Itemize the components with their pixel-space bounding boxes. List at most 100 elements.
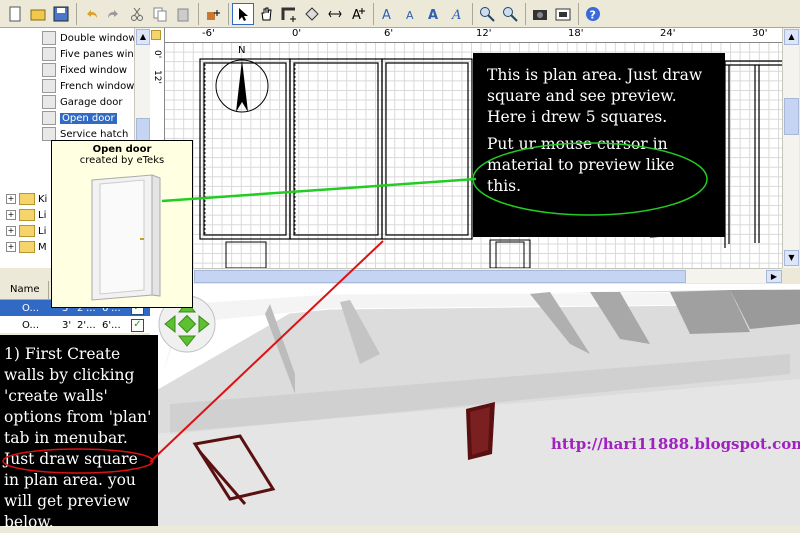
- garage-door-icon: [42, 95, 56, 109]
- cell-depth: 2'...: [77, 319, 96, 331]
- cell-name: O...: [22, 319, 40, 331]
- catalog-folder[interactable]: + M: [6, 240, 47, 254]
- furniture-tooltip: Open door created by eTeks: [51, 140, 193, 308]
- annotation-text: This is plan area. Just draw square and …: [487, 66, 703, 126]
- ruler-tick: 12': [152, 70, 162, 84]
- tooltip-title: Open door: [92, 144, 152, 155]
- catalog-folder[interactable]: + Li: [6, 224, 46, 238]
- ruler-tick: -6': [202, 28, 215, 39]
- scroll-up-icon[interactable]: ▲: [136, 29, 150, 45]
- plan-annotation-box: This is plan area. Just draw square and …: [473, 53, 725, 237]
- redo-icon[interactable]: [103, 3, 125, 25]
- create-dimensions-icon[interactable]: [324, 3, 346, 25]
- select-arrow-icon[interactable]: [232, 2, 254, 25]
- folder-label: Li: [38, 209, 47, 221]
- catalog-item[interactable]: Double window: [42, 30, 137, 46]
- text-style-icon[interactable]: A: [377, 3, 399, 25]
- create-walls-icon[interactable]: [278, 3, 300, 25]
- catalog-item-label: French window: [60, 80, 135, 92]
- expand-icon[interactable]: +: [6, 210, 16, 220]
- undo-icon[interactable]: [80, 3, 102, 25]
- new-file-icon[interactable]: [4, 3, 26, 25]
- toolbar-separator: [373, 2, 374, 25]
- hatch-icon: [42, 127, 56, 141]
- visible-checkbox[interactable]: ✓: [131, 318, 144, 332]
- window-icon: [42, 63, 56, 77]
- expand-icon[interactable]: +: [6, 194, 16, 204]
- scroll-thumb[interactable]: [194, 270, 686, 283]
- ruler-tick: 6': [384, 28, 394, 39]
- tooltip-subtitle: created by eTeks: [79, 155, 165, 166]
- copy-icon[interactable]: [149, 3, 171, 25]
- catalog-item[interactable]: French window: [42, 78, 134, 94]
- catalog-item-label: Five panes win: [60, 48, 134, 60]
- svg-text:A: A: [406, 9, 414, 22]
- ruler-tick: 12': [476, 28, 492, 39]
- toolbar-separator: [228, 2, 229, 25]
- plan-horizontal-scrollbar[interactable]: ▶: [160, 268, 782, 283]
- folder-label: Ki: [38, 193, 48, 205]
- help-icon[interactable]: ?: [582, 3, 604, 25]
- catalog-folder[interactable]: + Ki: [6, 192, 47, 206]
- catalog-item[interactable]: Fixed window: [42, 62, 127, 78]
- folder-icon: [19, 241, 35, 253]
- save-icon[interactable]: [50, 3, 72, 25]
- catalog-item[interactable]: Garage door: [42, 94, 123, 110]
- annotation-text: 1) First Create walls by clicking 'creat…: [4, 345, 152, 531]
- pan-hand-icon[interactable]: [255, 3, 277, 25]
- zoom-in-icon[interactable]: [476, 3, 498, 25]
- toolbar-separator: [198, 2, 199, 25]
- plan-vertical-scrollbar[interactable]: ▲ ▼: [782, 28, 799, 268]
- toolbar-separator: [472, 2, 473, 25]
- folder-label: Li: [38, 225, 47, 237]
- folder-icon: [19, 225, 35, 237]
- catalog-folder[interactable]: + Li: [6, 208, 46, 222]
- paste-icon[interactable]: [172, 3, 194, 25]
- expand-icon[interactable]: +: [6, 242, 16, 252]
- scroll-right-icon[interactable]: ▶: [766, 270, 782, 283]
- blog-url: http://hari11888.blogspot.com: [551, 435, 800, 453]
- column-header-name[interactable]: Name: [10, 284, 40, 295]
- table-row[interactable]: O... 3' 2'... 6'... ✓: [0, 317, 150, 333]
- catalog-item-label: Fixed window: [60, 64, 128, 76]
- horizontal-ruler: -6' 0' 6' 12' 18' 24' 30': [160, 28, 782, 43]
- catalog-item-label: Double window: [60, 32, 137, 44]
- cut-icon[interactable]: [126, 3, 148, 25]
- 3d-view[interactable]: [150, 284, 800, 526]
- svg-text:A: A: [428, 8, 438, 22]
- text-size-icon[interactable]: A: [400, 3, 422, 25]
- photo-camera-icon[interactable]: [529, 3, 551, 25]
- ruler-tick: 0': [152, 50, 162, 59]
- cell-width: 3': [62, 319, 72, 331]
- add-furniture-icon[interactable]: [202, 3, 224, 25]
- toolbar-separator: [525, 2, 526, 25]
- video-icon[interactable]: [552, 3, 574, 25]
- add-text-icon[interactable]: A: [347, 3, 369, 25]
- folder-icon: [19, 209, 35, 221]
- scroll-up-icon[interactable]: ▲: [784, 29, 799, 45]
- window-icon: [42, 47, 56, 61]
- folder-label: M: [38, 241, 47, 253]
- italic-icon[interactable]: A: [446, 3, 468, 25]
- zoom-out-icon[interactable]: [499, 3, 521, 25]
- main-toolbar: A A A A A ?: [0, 0, 800, 28]
- catalog-item[interactable]: Five panes win: [42, 46, 134, 62]
- scroll-thumb[interactable]: [784, 98, 799, 135]
- instruction-annotation-box: 1) First Create walls by clicking 'creat…: [0, 335, 158, 531]
- door-icon: [42, 111, 56, 125]
- ruler-tick: 0': [292, 28, 302, 39]
- catalog-item-selected[interactable]: Open door: [42, 110, 117, 126]
- svg-text:A: A: [352, 8, 361, 22]
- create-rooms-icon[interactable]: [301, 3, 323, 25]
- annotation-text: Put ur mouse cursor in material to previ…: [487, 135, 675, 195]
- lock-icon[interactable]: [151, 30, 161, 40]
- scroll-down-icon[interactable]: ▼: [784, 250, 799, 266]
- window-icon: [42, 79, 56, 93]
- bold-icon[interactable]: A: [423, 3, 445, 25]
- open-folder-icon[interactable]: [27, 3, 49, 25]
- door-preview-icon: [91, 174, 161, 301]
- svg-text:?: ?: [590, 8, 596, 21]
- ruler-tick: 24': [660, 28, 676, 39]
- toolbar-separator: [578, 2, 579, 25]
- expand-icon[interactable]: +: [6, 226, 16, 236]
